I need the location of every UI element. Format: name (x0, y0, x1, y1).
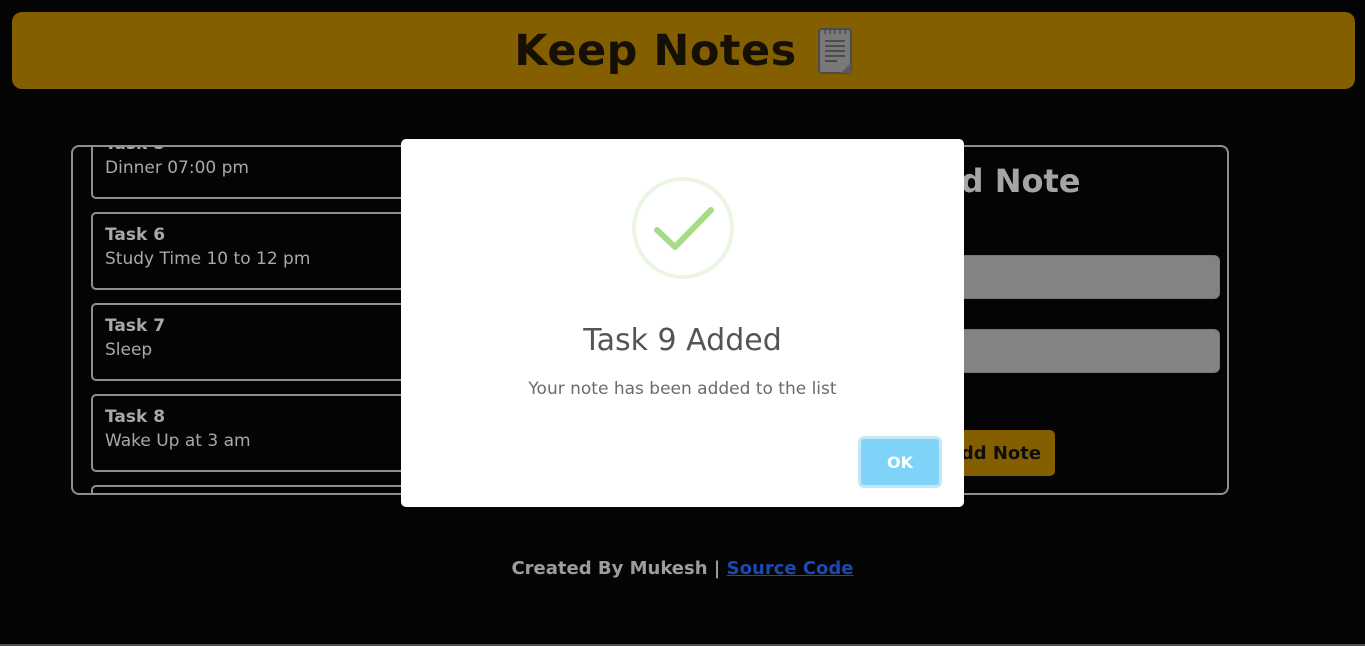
success-dialog: Task 9 Added Your note has been added to… (401, 139, 964, 507)
ok-button[interactable]: OK (858, 436, 942, 488)
dialog-title: Task 9 Added (583, 323, 782, 358)
page: Keep Notes Dinner 07:00 pm Task 6 Study … (0, 0, 1365, 646)
dialog-text: Your note has been added to the list (528, 379, 837, 399)
